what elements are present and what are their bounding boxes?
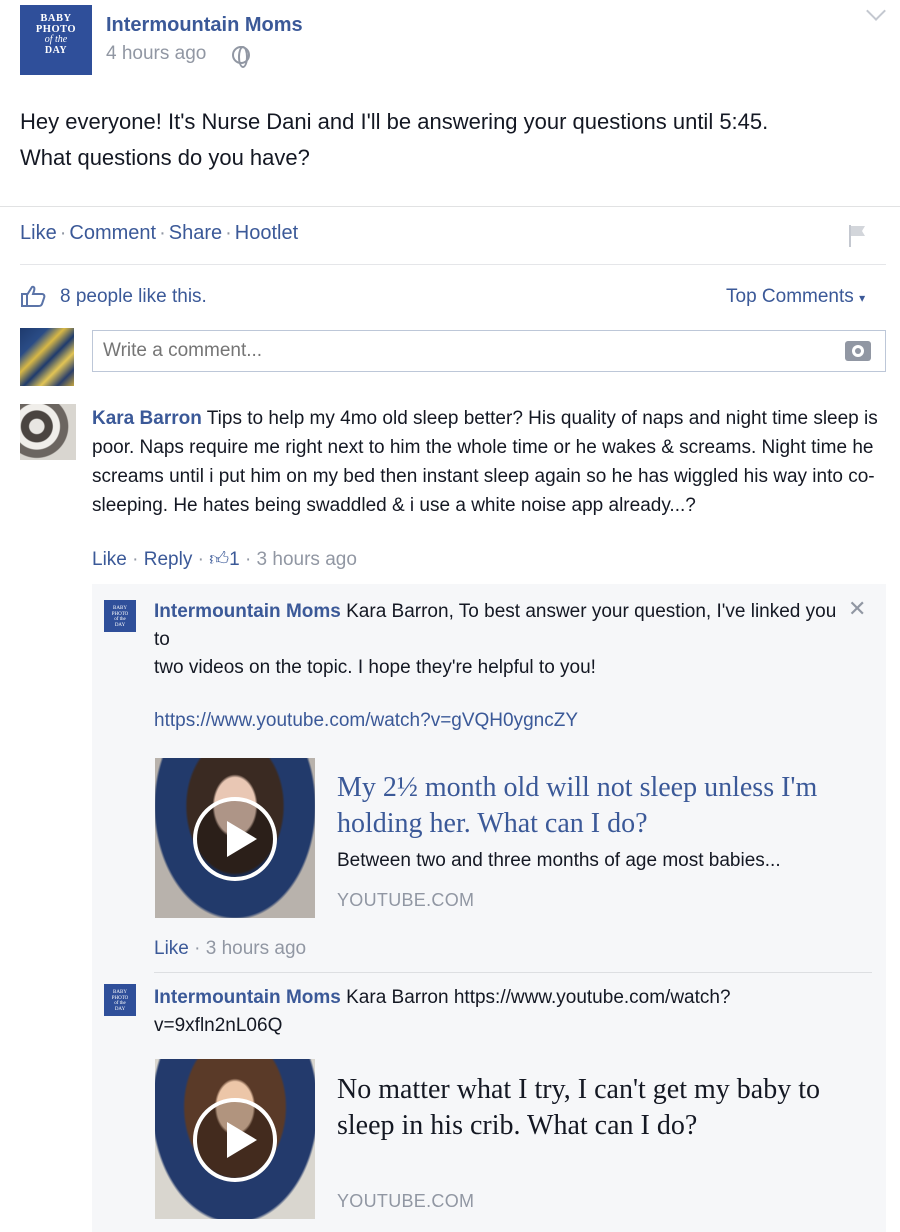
reply-like-link[interactable]: Like: [154, 938, 189, 959]
reply-line: Intermountain Moms Kara Barron, To best …: [154, 598, 844, 654]
post-body: Hey everyone! It's Nurse Dani and I'll b…: [20, 104, 880, 176]
logo-word: of the: [44, 34, 68, 46]
like-count-value: 1: [229, 549, 240, 570]
comment-reply-link[interactable]: Reply: [144, 549, 193, 570]
separator: ·: [59, 222, 67, 244]
globe-icon: [232, 46, 250, 68]
comment-text: Kara Barron Tips to help my 4mo old slee…: [92, 404, 882, 520]
video-thumbnail[interactable]: [155, 1059, 315, 1219]
play-icon[interactable]: [193, 797, 277, 881]
divider: [20, 264, 886, 265]
separator: ·: [197, 549, 204, 570]
reply-author-avatar[interactable]: BABY PHOTO of the DAY: [104, 600, 136, 632]
flag-icon[interactable]: [848, 224, 868, 248]
page-avatar[interactable]: BABY PHOTO of the DAY: [20, 5, 92, 75]
comment-input[interactable]: [103, 340, 803, 362]
video-source: YOUTUBE.COM: [337, 1191, 475, 1211]
comment-like-link[interactable]: Like: [92, 549, 127, 570]
current-user-avatar[interactable]: [20, 328, 74, 386]
logo-word: BABY: [40, 13, 72, 24]
separator: ·: [225, 222, 232, 244]
like-link[interactable]: Like: [20, 222, 57, 244]
separator: ·: [244, 549, 252, 570]
post-action-bar: Like · Comment · Share · Hootlet: [20, 222, 298, 245]
divider: [154, 972, 872, 973]
separator: ·: [194, 938, 201, 959]
post-body-line: What questions do you have?: [20, 145, 310, 170]
reply-author-avatar[interactable]: BABY PHOTO of the DAY: [104, 984, 136, 1016]
post-body-line: Hey everyone! It's Nurse Dani and I'll b…: [20, 109, 769, 134]
video-title-link[interactable]: My 2½ month old will not sleep unless I'…: [337, 770, 877, 842]
video-description: Between two and three months of age most…: [337, 850, 781, 871]
likes-count-link[interactable]: 8 people like this.: [60, 286, 207, 308]
youtube-link[interactable]: https://www.youtube.com/watch?v=gVQH0ygn…: [154, 710, 578, 732]
play-icon[interactable]: [193, 1098, 277, 1182]
reply-line: two videos on the topic. I hope they're …: [154, 657, 596, 678]
reply-actions: Like · 3 hours ago: [154, 938, 306, 960]
logo-word: DAY: [114, 1006, 126, 1012]
camera-icon[interactable]: [845, 341, 871, 361]
comment-box[interactable]: [92, 330, 886, 372]
comment-like-count[interactable]: 👍︎1: [209, 549, 239, 570]
top-comments-dropdown[interactable]: Top Comments ▾: [726, 286, 865, 308]
small-thumbs-up-icon: 👍︎: [209, 549, 230, 570]
comment-actions: Like · Reply · 👍︎1 · 3 hours ago: [92, 548, 357, 571]
reply-author-link[interactable]: Intermountain Moms: [154, 601, 341, 622]
logo-word: DAY: [114, 622, 126, 628]
reply-author-link[interactable]: Intermountain Moms: [154, 987, 341, 1008]
post-timestamp[interactable]: 4 hours ago: [106, 43, 206, 65]
reply-timestamp[interactable]: 3 hours ago: [206, 938, 306, 959]
comment-link[interactable]: Comment: [69, 222, 156, 244]
divider: [0, 206, 900, 207]
share-link[interactable]: Share: [169, 222, 222, 244]
video-source: YOUTUBE.COM: [337, 890, 475, 910]
commenter-name-link[interactable]: Kara Barron: [92, 408, 202, 429]
video-title-link[interactable]: No matter what I try, I can't get my bab…: [337, 1072, 877, 1144]
post-author-link[interactable]: Intermountain Moms: [106, 14, 303, 37]
separator: ·: [159, 222, 166, 244]
top-comments-label: Top Comments: [726, 286, 854, 307]
close-icon[interactable]: ✕: [848, 596, 866, 622]
chevron-down-icon[interactable]: [866, 1, 886, 21]
separator: ·: [132, 549, 139, 570]
caret-down-icon: ▾: [859, 291, 866, 305]
comment-timestamp[interactable]: 3 hours ago: [257, 549, 357, 570]
comment-body: Tips to help my 4mo old sleep better? Hi…: [92, 408, 878, 516]
hootlet-link[interactable]: Hootlet: [235, 222, 298, 244]
commenter-avatar[interactable]: [20, 404, 76, 460]
reply-text: Intermountain Moms Kara Barron, To best …: [154, 598, 844, 682]
video-thumbnail[interactable]: [155, 758, 315, 918]
logo-word: DAY: [44, 44, 68, 56]
reply-text: Intermountain Moms Kara Barron https://w…: [154, 984, 844, 1040]
thumbs-up-icon: [21, 285, 46, 307]
